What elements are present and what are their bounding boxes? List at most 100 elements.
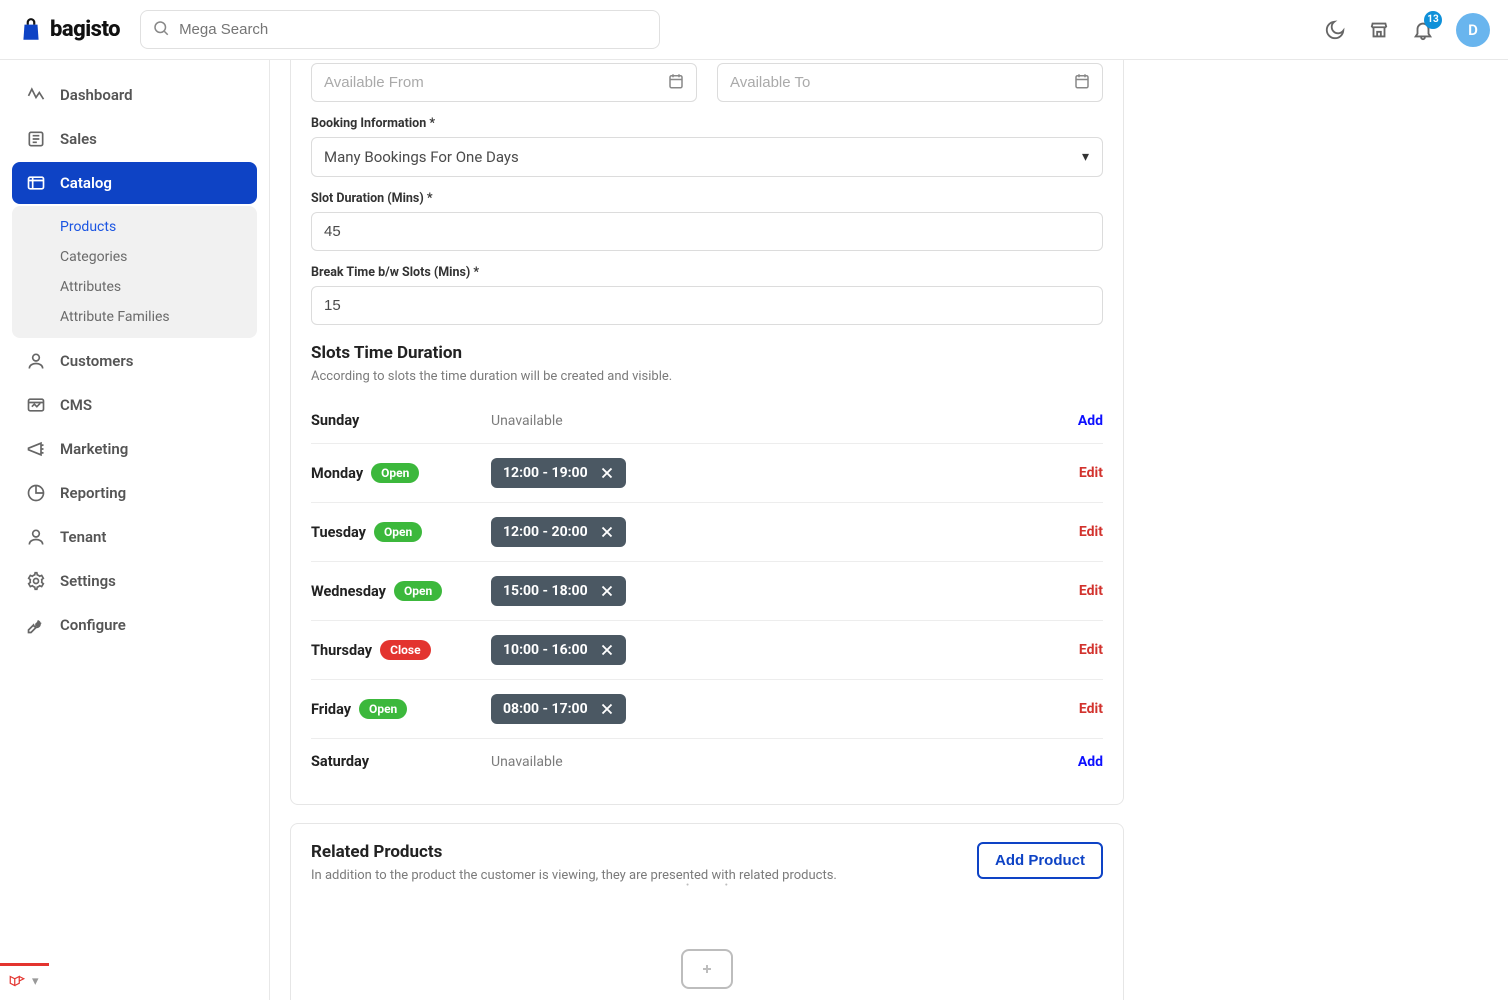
unavailable-text: Unavailable: [491, 413, 563, 429]
slot-row: FridayOpen 08:00 - 17:00 Edit: [311, 679, 1103, 738]
user-avatar[interactable]: D: [1456, 13, 1490, 47]
sidebar-item-customers[interactable]: Customers: [12, 340, 257, 382]
calendar-icon[interactable]: [667, 72, 685, 94]
sidebar-subitem-attribute-families[interactable]: Attribute Families: [12, 302, 257, 332]
status-badge: Open: [394, 581, 442, 601]
time-slot-text: 12:00 - 19:00: [503, 465, 588, 481]
app-header: bagisto 13 D: [0, 0, 1508, 60]
sidebar-subitem-products[interactable]: Products: [12, 212, 257, 242]
slot-row: Monday Open 12:00 - 19:00 Edit: [311, 443, 1103, 502]
empty-product-placeholder-icon: [681, 949, 733, 989]
slot-duration-label: Slot Duration (Mins) *: [311, 191, 1103, 206]
status-badge: Close: [380, 640, 430, 660]
break-time-input[interactable]: [311, 286, 1103, 325]
remove-slot-icon[interactable]: [598, 700, 616, 718]
time-slot-chip: 10:00 - 16:00: [491, 635, 626, 665]
sidebar-subnav-catalog: Products Categories Attributes Attribute…: [12, 206, 257, 338]
day-column: Saturday: [311, 753, 471, 770]
search-input[interactable]: [140, 10, 660, 49]
sidebar-item-settings[interactable]: Settings: [12, 560, 257, 602]
dark-mode-icon[interactable]: [1324, 19, 1346, 41]
sidebar-item-label: Catalog: [60, 174, 112, 192]
status-badge: Open: [374, 522, 422, 542]
slot-content: Unavailable: [491, 413, 1058, 429]
time-slot-chip: 12:00 - 20:00: [491, 517, 626, 547]
sidebar-item-label: Marketing: [60, 440, 128, 458]
sidebar-item-configure[interactable]: Configure: [12, 604, 257, 646]
status-badge: Open: [371, 463, 419, 483]
break-time-label: Break Time b/w Slots (Mins) *: [311, 265, 1103, 280]
day-name: Saturday: [311, 753, 369, 770]
sidebar-item-marketing[interactable]: Marketing: [12, 428, 257, 470]
time-slot-text: 08:00 - 17:00: [503, 701, 588, 717]
brand-logo[interactable]: bagisto: [18, 17, 120, 43]
sidebar-item-reporting[interactable]: Reporting: [12, 472, 257, 514]
edit-slot-button[interactable]: Edit: [1079, 701, 1103, 717]
sidebar-nav: Dashboard Sales Catalog Products Categor…: [0, 60, 270, 1000]
remove-slot-icon[interactable]: [598, 582, 616, 600]
slot-content: 12:00 - 20:00: [491, 517, 1059, 547]
remove-slot-icon[interactable]: [598, 464, 616, 482]
slot-row: Saturday Unavailable Add: [311, 738, 1103, 784]
booking-info-select[interactable]: Many Bookings For One Days: [311, 137, 1103, 177]
slot-row: Tuesday Open 12:00 - 20:00 Edit: [311, 502, 1103, 561]
slots-list: Sunday Unavailable Add Monday Open 12:00 - 19…: [311, 398, 1103, 784]
laravel-debug-badge[interactable]: ▾: [0, 963, 49, 994]
slot-content: 12:00 - 19:00: [491, 458, 1059, 488]
related-products-card: Related Products In addition to the prod…: [290, 823, 1124, 1000]
booking-card: Booking Information * Many Bookings For …: [290, 60, 1124, 805]
remove-slot-icon[interactable]: [598, 641, 616, 659]
edit-slot-button[interactable]: Edit: [1079, 465, 1103, 481]
calendar-icon[interactable]: [1073, 72, 1091, 94]
sidebar-item-sales[interactable]: Sales: [12, 118, 257, 160]
available-to-input[interactable]: [717, 63, 1103, 102]
day-name: Monday: [311, 465, 363, 482]
day-name: Thursday: [311, 642, 372, 659]
header-actions: 13 D: [1324, 13, 1490, 47]
global-search: [140, 10, 660, 49]
sidebar-item-label: Reporting: [60, 484, 126, 502]
day-name: Wednesday: [311, 583, 386, 600]
placeholder-dots: ··: [311, 883, 1103, 889]
edit-slot-button[interactable]: Edit: [1079, 642, 1103, 658]
search-icon: [152, 19, 170, 41]
related-subtitle: In addition to the product the customer …: [311, 868, 837, 883]
time-slot-chip: 12:00 - 19:00: [491, 458, 626, 488]
notifications-icon[interactable]: 13: [1412, 19, 1434, 41]
slot-content: 10:00 - 16:00: [491, 635, 1059, 665]
slot-duration-input[interactable]: [311, 212, 1103, 251]
day-column: Tuesday Open: [311, 522, 471, 542]
remove-slot-icon[interactable]: [598, 523, 616, 541]
unavailable-text: Unavailable: [491, 754, 563, 770]
add-product-button[interactable]: Add Product: [977, 842, 1103, 879]
add-slot-button[interactable]: Add: [1078, 413, 1103, 429]
sidebar-item-label: Customers: [60, 352, 133, 370]
sidebar-item-label: Tenant: [60, 528, 106, 546]
edit-slot-button[interactable]: Edit: [1079, 583, 1103, 599]
sidebar-item-label: CMS: [60, 396, 92, 414]
sidebar-item-cms[interactable]: CMS: [12, 384, 257, 426]
storefront-icon[interactable]: [1368, 19, 1390, 41]
time-slot-chip: 15:00 - 18:00: [491, 576, 626, 606]
day-name: Sunday: [311, 412, 359, 429]
slots-subtitle: According to slots the time duration wil…: [311, 369, 1103, 384]
sidebar-item-dashboard[interactable]: Dashboard: [12, 74, 257, 116]
sidebar-subitem-categories[interactable]: Categories: [12, 242, 257, 272]
slot-content: 15:00 - 18:00: [491, 576, 1059, 606]
sidebar-item-label: Settings: [60, 572, 116, 590]
add-slot-button[interactable]: Add: [1078, 754, 1103, 770]
day-column: Sunday: [311, 412, 471, 429]
bag-icon: [18, 17, 44, 43]
sidebar-subitem-attributes[interactable]: Attributes: [12, 272, 257, 302]
sidebar-item-label: Sales: [60, 130, 97, 148]
day-column: Monday Open: [311, 463, 471, 483]
time-slot-chip: 08:00 - 17:00: [491, 694, 626, 724]
available-from-input[interactable]: [311, 63, 697, 102]
slots-title: Slots Time Duration: [311, 343, 1103, 363]
sidebar-item-tenant[interactable]: Tenant: [12, 516, 257, 558]
sidebar-item-catalog[interactable]: Catalog: [12, 162, 257, 204]
day-column: Wednesday Open: [311, 581, 471, 601]
day-column: FridayOpen: [311, 699, 471, 719]
edit-slot-button[interactable]: Edit: [1079, 524, 1103, 540]
day-name: Tuesday: [311, 524, 366, 541]
